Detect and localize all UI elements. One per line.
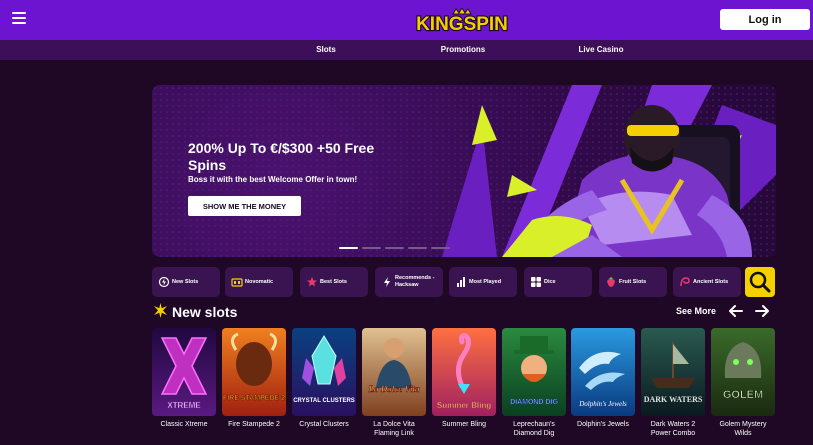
category-label: Most Played [469,278,502,285]
main-nav: Slots Promotions Live Casino [0,40,813,60]
strawberry-icon [607,277,615,287]
game-name: Dark Waters 2 Power Combo [650,421,696,437]
svg-text:La Dolce Vita: La Dolce Vita [368,384,420,394]
slot-machine-icon [231,278,243,287]
star-icon [307,277,317,287]
game-thumbnail: CRYSTAL CLUSTERS [292,328,356,416]
svg-text:XTREME: XTREME [167,401,201,410]
category-new-slots[interactable]: New Slots [152,267,220,297]
search-button[interactable] [745,267,775,297]
category-label: Recommends - Hacksaw [395,275,435,288]
game-name: La Dolce Vita Flaming Link [373,421,415,437]
game-name: Fire Stampede 2 [228,421,280,428]
category-best-slots[interactable]: Best Slots [300,267,368,297]
nav-item-promotions[interactable]: Promotions [441,45,485,54]
hero-title: 200% Up To €/$300 +50 Free Spins [188,140,375,173]
show-me-the-money-button[interactable]: SHOW ME THE MONEY [188,196,301,216]
category-ancient-slots[interactable]: Ancient Slots [673,267,741,297]
carousel-dot[interactable] [408,247,427,249]
game-tile-dolphins-jewels[interactable]: Dolphin's Jewels Dolphin's Jewels [571,328,635,429]
game-thumbnail: Summer Bling [432,328,496,416]
category-label: New Slots [172,278,199,285]
nav-item-slots[interactable]: Slots [316,45,336,54]
category-most-played[interactable]: Most Played [449,267,517,297]
game-thumbnail: FIRE STAMPEDE 2 [222,328,286,416]
game-thumbnail: Dolphin's Jewels [571,328,635,416]
game-name: Summer Bling [442,421,486,428]
game-name: Crystal Clusters [299,421,349,428]
svg-text:Dolphin's Jewels: Dolphin's Jewels [578,400,627,408]
nav-item-live-casino[interactable]: Live Casino [579,45,624,54]
kingspin-logo[interactable]: KINGSPIN [409,8,515,34]
game-tile-summer-bling[interactable]: Summer Bling Summer Bling [432,328,496,429]
see-more-link[interactable]: See More [676,306,716,316]
hero-subtitle: Boss it with the best Welcome Offer in t… [188,175,358,184]
category-label: Fruit Slots [619,278,647,285]
category-novomatic[interactable]: Novomatic [225,267,293,297]
search-icon [749,271,771,293]
hero-banner[interactable]: 200% Up To €/$300 +50 Free Spins Boss it… [152,85,776,257]
svg-text:Summer Bling: Summer Bling [437,401,491,410]
sparkle-icon [154,303,167,318]
arrow-left-icon[interactable] [729,304,743,318]
svg-text:CRYSTAL CLUSTERS: CRYSTAL CLUSTERS [293,398,355,404]
category-recommends-hacksaw[interactable]: Recommends - Hacksaw [375,267,443,297]
game-tile-golem-mystery-wilds[interactable]: GOLEM Golem Mystery Wilds [711,328,775,438]
game-thumbnail: DARK WATERS [641,328,705,416]
lightning-icon [384,277,390,287]
game-thumbnail: XTREME [152,328,216,416]
category-label: Ancient Slots [693,278,729,285]
game-thumbnail: GOLEM [711,328,775,416]
game-tile-leprechauns-diamond-dig[interactable]: DIAMOND DIG Leprechaun's Diamond Dig [502,328,566,438]
game-name: Golem Mystery Wilds [719,421,767,437]
ancient-icon [680,277,690,287]
section-title: New slots [172,304,238,320]
game-name: Classic Xtreme [160,421,208,428]
game-tile-la-dolce-vita[interactable]: La Dolce Vita La Dolce Vita Flaming Link [362,328,426,438]
game-thumbnail: DIAMOND DIG [502,328,566,416]
game-tile-classic-xtreme[interactable]: XTREME Classic Xtreme [152,328,216,429]
bar-chart-icon [457,277,465,287]
svg-text:FIRE STAMPEDE 2: FIRE STAMPEDE 2 [223,395,285,402]
game-tile-fire-stampede-2[interactable]: FIRE STAMPEDE 2 Fire Stampede 2 [222,328,286,429]
game-tile-crystal-clusters[interactable]: CRYSTAL CLUSTERS Crystal Clusters [292,328,356,429]
login-button[interactable]: Log in [720,9,810,30]
category-dice[interactable]: Dice [524,267,592,297]
dice-icon [531,277,541,287]
top-header: KINGSPIN Log in [0,0,813,40]
carousel-dot[interactable] [339,247,358,249]
game-tile-dark-waters-2[interactable]: DARK WATERS Dark Waters 2 Power Combo [641,328,705,438]
svg-text:GOLEM: GOLEM [723,389,763,401]
svg-text:DIAMOND DIG: DIAMOND DIG [510,399,558,406]
carousel-dot[interactable] [362,247,381,249]
flash-icon [158,276,170,288]
arrow-right-icon[interactable] [755,304,769,318]
category-label: Novomatic [245,278,274,285]
game-name: Leprechaun's Diamond Dig [513,421,555,437]
category-label: Dice [544,278,556,285]
game-thumbnail: La Dolce Vita [362,328,426,416]
carousel-dot[interactable] [385,247,404,249]
carousel-dot[interactable] [431,247,450,249]
category-fruit-slots[interactable]: Fruit Slots [599,267,667,297]
svg-text:KINGSPIN: KINGSPIN [416,14,508,34]
category-label: Best Slots [320,278,347,285]
menu-icon[interactable] [12,12,26,24]
svg-text:DARK WATERS: DARK WATERS [644,395,703,404]
game-name: Dolphin's Jewels [577,421,629,428]
